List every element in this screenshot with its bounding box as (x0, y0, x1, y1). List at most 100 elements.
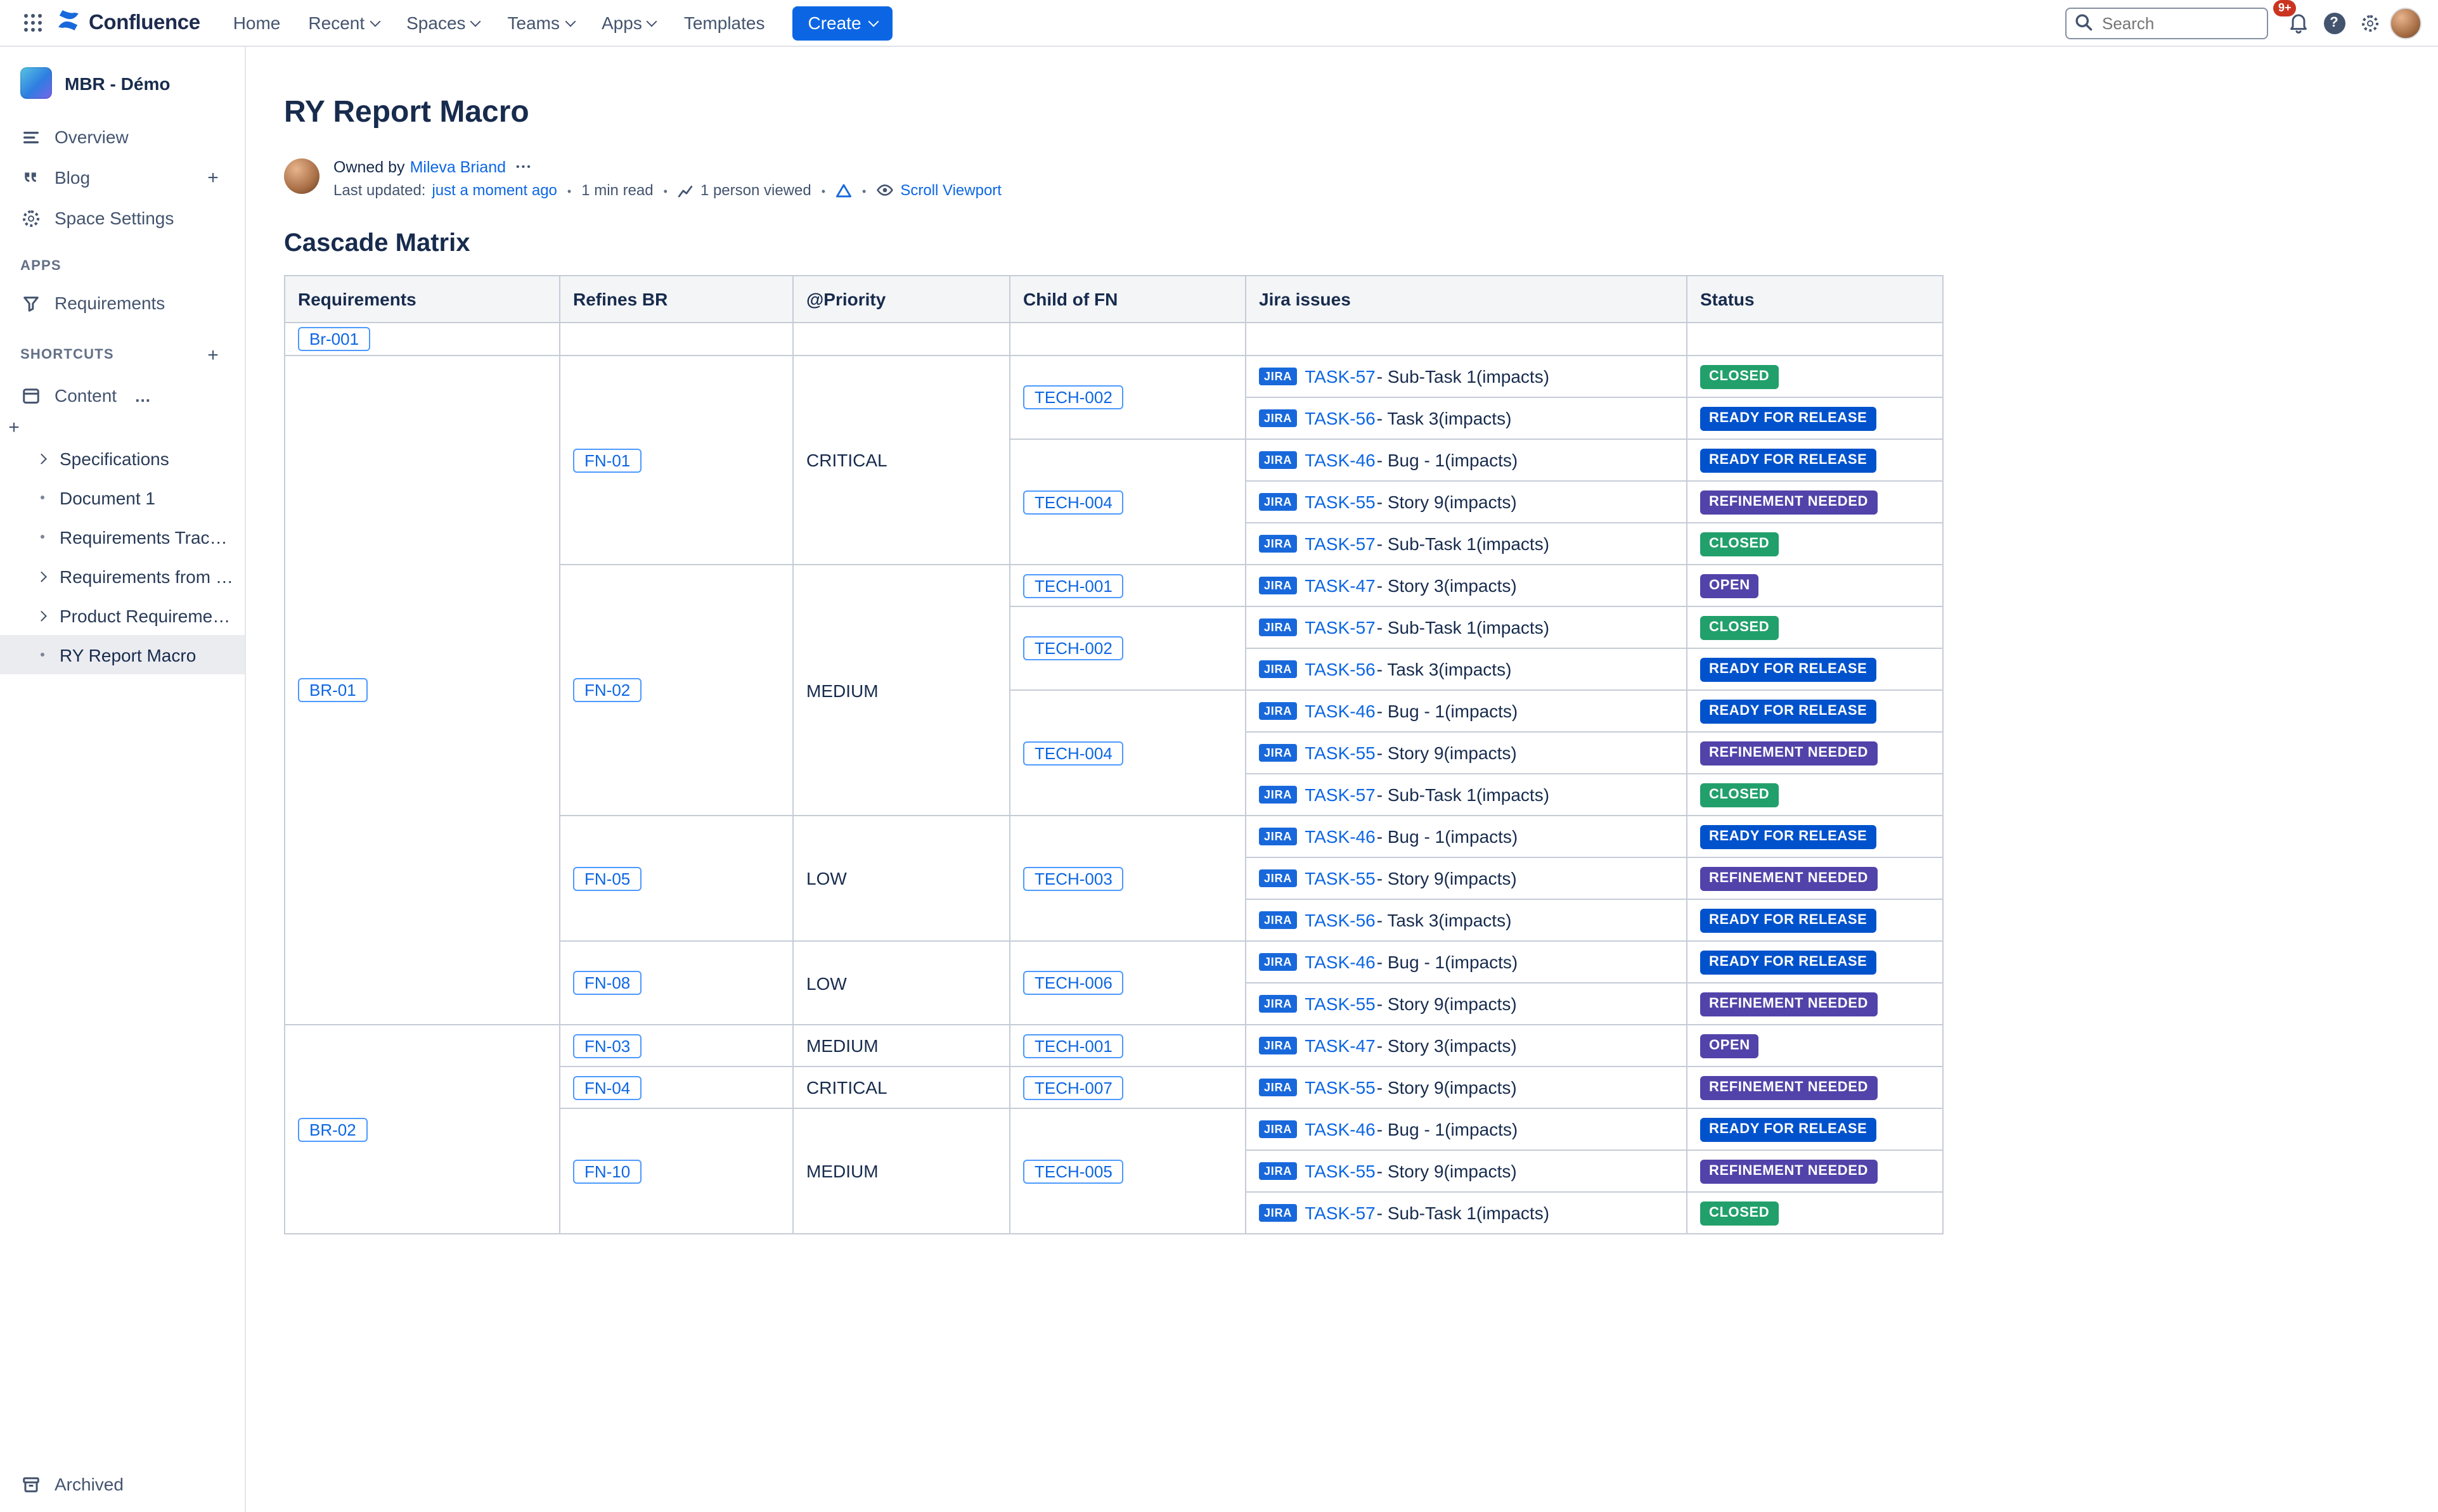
jira-issue-link[interactable]: TASK-57 (1305, 366, 1376, 387)
jira-issue-summary: - Sub-Task 1(impacts) (1377, 1203, 1549, 1223)
fn-chip[interactable]: FN-04 (573, 1075, 642, 1099)
tech-chip[interactable]: TECH-004 (1023, 741, 1124, 765)
jira-issue-link[interactable]: TASK-57 (1305, 785, 1376, 805)
plus-icon[interactable] (202, 166, 224, 189)
jira-issue-link[interactable]: TASK-55 (1305, 868, 1376, 888)
column-header-refines-br: Refines BR (560, 276, 793, 323)
status-badge: READY FOR RELEASE (1700, 700, 1876, 724)
tech-chip[interactable]: TECH-001 (1023, 573, 1124, 598)
jira-issue: JIRATASK-56- Task 3(impacts) (1259, 910, 1674, 930)
table-row: Br-001 (285, 323, 1943, 356)
fn-cell: FN-05 (560, 816, 793, 941)
chevron-right-icon[interactable] (35, 612, 48, 619)
jira-issue: JIRATASK-57- Sub-Task 1(impacts) (1259, 617, 1674, 637)
jira-issue: JIRATASK-56- Task 3(impacts) (1259, 408, 1674, 428)
jira-issue-link[interactable]: TASK-56 (1305, 910, 1376, 930)
jira-issue-link[interactable]: TASK-46 (1305, 826, 1376, 847)
analytics-icon[interactable] (835, 182, 852, 198)
gear-icon[interactable] (2352, 5, 2387, 41)
tech-chip[interactable]: TECH-001 (1023, 1034, 1124, 1058)
views-count[interactable]: 1 person viewed (700, 181, 811, 199)
priority-cell: CRITICAL (793, 1067, 1010, 1108)
fn-chip[interactable]: FN-05 (573, 866, 642, 890)
requirement-cell: BR-02 (285, 1025, 560, 1234)
jira-tag-icon: JIRA (1259, 744, 1297, 762)
requirement-chip[interactable]: BR-02 (298, 1117, 368, 1141)
nav-item-templates[interactable]: Templates (671, 5, 778, 41)
jira-issue-link[interactable]: TASK-55 (1305, 743, 1376, 763)
jira-issue-link[interactable]: TASK-57 (1305, 1203, 1376, 1223)
help-icon[interactable] (2316, 5, 2352, 41)
jira-issue-cell: JIRATASK-55- Story 9(impacts) (1246, 1150, 1687, 1192)
more-actions-icon[interactable] (511, 158, 538, 176)
jira-issue-link[interactable]: TASK-56 (1305, 408, 1376, 428)
tech-chip[interactable]: TECH-005 (1023, 1159, 1124, 1183)
jira-issue-link[interactable]: TASK-55 (1305, 492, 1376, 512)
requirement-chip[interactable]: Br-001 (298, 327, 370, 351)
space-name: MBR - Démo (65, 73, 170, 93)
jira-issue-link[interactable]: TASK-47 (1305, 1035, 1376, 1056)
fn-chip[interactable]: FN-02 (573, 678, 642, 702)
tech-chip[interactable]: TECH-003 (1023, 866, 1124, 890)
jira-issue-cell: JIRATASK-46- Bug - 1(impacts) (1246, 941, 1687, 983)
requirement-chip[interactable]: BR-01 (298, 678, 368, 702)
nav-item-teams[interactable]: Teams (495, 5, 586, 41)
confluence-logo[interactable]: Confluence (56, 7, 200, 39)
fn-chip[interactable]: FN-01 (573, 448, 642, 472)
status-cell: REFINEMENT NEEDED (1687, 732, 1943, 774)
add-content-button[interactable] (3, 416, 25, 439)
last-updated-link[interactable]: just a moment ago (432, 181, 557, 199)
nav-item-recent[interactable]: Recent (295, 5, 391, 41)
add-shortcut-button[interactable] (202, 343, 224, 366)
jira-issue-link[interactable]: TASK-57 (1305, 534, 1376, 554)
fn-chip[interactable]: FN-03 (573, 1034, 642, 1058)
tech-chip[interactable]: TECH-002 (1023, 636, 1124, 660)
priority-value: CRITICAL (806, 450, 887, 470)
space-header[interactable]: MBR - Démo (0, 62, 245, 117)
tree-item-document-1[interactable]: Document 1 (0, 478, 245, 517)
nav-item-spaces[interactable]: Spaces (394, 5, 492, 41)
chevron-right-icon[interactable] (35, 573, 48, 580)
jira-issue-link[interactable]: TASK-57 (1305, 617, 1376, 637)
jira-issue-link[interactable]: TASK-55 (1305, 1077, 1376, 1098)
sidebar-item-label: Overview (55, 127, 129, 147)
search-input[interactable] (2065, 7, 2268, 39)
app-grid-icon[interactable] (15, 5, 51, 41)
jira-issue-link[interactable]: TASK-47 (1305, 575, 1376, 596)
sidebar-item-blog[interactable]: Blog (0, 157, 245, 198)
create-button[interactable]: Create (792, 6, 893, 40)
nav-item-home[interactable]: Home (221, 5, 293, 41)
jira-issue-link[interactable]: TASK-46 (1305, 952, 1376, 972)
profile-avatar[interactable] (2387, 5, 2423, 41)
tree-item-specifications[interactable]: Specifications (0, 439, 245, 478)
jira-issue-link[interactable]: TASK-46 (1305, 450, 1376, 470)
chevron-right-icon[interactable] (35, 455, 48, 462)
tree-item-ry-report-macro[interactable]: RY Report Macro (0, 635, 245, 674)
scroll-viewport-link[interactable]: Scroll Viewport (900, 181, 1002, 199)
sidebar-item-overview[interactable]: Overview (0, 117, 245, 157)
jira-issue-link[interactable]: TASK-46 (1305, 701, 1376, 721)
jira-issue-link[interactable]: TASK-55 (1305, 994, 1376, 1014)
sidebar-item-space-settings[interactable]: Space Settings (0, 198, 245, 238)
jira-issue-summary: - Story 3(impacts) (1377, 1035, 1517, 1056)
tech-chip[interactable]: TECH-007 (1023, 1075, 1124, 1099)
fn-chip[interactable]: FN-10 (573, 1159, 642, 1183)
tech-chip[interactable]: TECH-006 (1023, 971, 1124, 995)
owner-avatar[interactable] (284, 158, 319, 194)
jira-issue-link[interactable]: TASK-46 (1305, 1119, 1376, 1139)
sidebar-item-requirements[interactable]: Requirements (0, 283, 245, 323)
jira-issue-link[interactable]: TASK-56 (1305, 659, 1376, 679)
tech-chip[interactable]: TECH-002 (1023, 385, 1124, 409)
tech-chip[interactable]: TECH-004 (1023, 490, 1124, 514)
primary-nav: HomeRecentSpacesTeamsAppsTemplates (221, 5, 778, 41)
nav-item-apps[interactable]: Apps (589, 5, 669, 41)
fn-chip[interactable]: FN-08 (573, 971, 642, 995)
tree-item-requirements-tracea[interactable]: Requirements Tracea... (0, 517, 245, 556)
sidebar-item-content[interactable]: Content (0, 375, 245, 416)
sidebar-item-archived[interactable]: Archived (0, 1459, 245, 1512)
content-more-icon[interactable] (131, 384, 156, 407)
jira-issue-link[interactable]: TASK-55 (1305, 1161, 1376, 1181)
tree-item-product-requirement[interactable]: Product Requirement ... (0, 596, 245, 635)
tree-item-requirements-from-st[interactable]: Requirements from St... (0, 556, 245, 596)
owner-link[interactable]: Mileva Briand (410, 158, 506, 176)
